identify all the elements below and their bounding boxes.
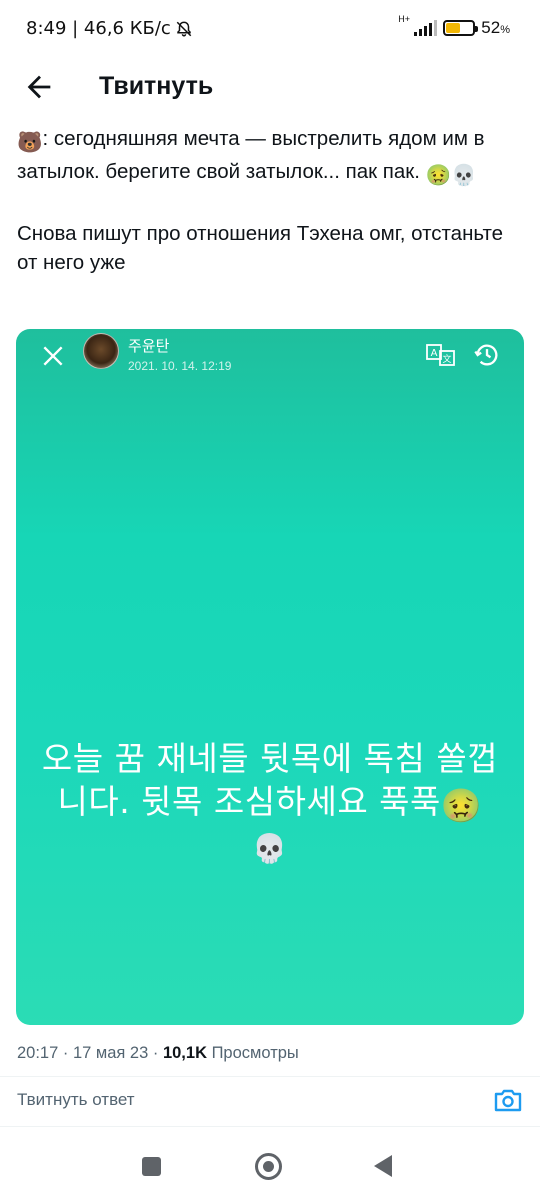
nauseated-emoji: 🤢 xyxy=(440,786,483,825)
battery-fill xyxy=(446,23,460,33)
story-username: 주윤탄 xyxy=(128,337,170,355)
status-left: 8:49 | 46,6 КБ/с xyxy=(26,18,193,39)
story-caption-line-2: 니다. 뒷목 조심하세요 푹푹🤢 xyxy=(57,782,483,825)
arrow-left-icon[interactable] xyxy=(22,70,56,104)
network-type: H+ xyxy=(398,14,411,24)
views-count: 10,1K xyxy=(162,1044,207,1062)
reply-input[interactable]: Твитнуть ответ xyxy=(17,1090,135,1110)
bear-emoji: 🐻 xyxy=(17,131,43,154)
divider xyxy=(0,1076,540,1077)
battery-percent: 52% xyxy=(481,18,510,37)
home-button[interactable] xyxy=(255,1153,282,1180)
views-label: Просмотры xyxy=(206,1044,299,1062)
tweet-meta: 20:17 · 17 мая 23 · 10,1K Просмотры xyxy=(17,1044,299,1063)
system-navbar xyxy=(0,1136,540,1200)
status-right: H+ 52% xyxy=(398,14,510,38)
avatar xyxy=(83,333,119,369)
history-icon xyxy=(474,344,498,366)
svg-text:文: 文 xyxy=(442,353,451,365)
story-caption-line-1: 오늘 꿈 재네들 뒷목에 독침 쏠껍 xyxy=(41,739,499,778)
story-date: 2021. 10. 14. 12:19 xyxy=(128,359,232,373)
svg-text:A: A xyxy=(431,348,438,359)
tweet-text: 🐻: сегодняшняя мечта — выстрелить ядом и… xyxy=(17,124,517,277)
tweet-paragraph-1: 🐻: сегодняшняя мечта — выстрелить ядом и… xyxy=(17,124,517,190)
tweet-emojis: 🤢💀 xyxy=(425,164,477,187)
skull-emoji: 💀 xyxy=(252,832,288,865)
tweet-paragraph-2: Снова пишут про отношения Тэхена омг, от… xyxy=(17,222,504,274)
signal-icon: H+ xyxy=(398,14,438,36)
tweet-timestamp: 20:17 · 17 мая 23 · xyxy=(17,1044,163,1062)
battery-icon xyxy=(443,20,479,36)
back-button[interactable] xyxy=(374,1155,392,1177)
camera-icon[interactable] xyxy=(493,1086,523,1114)
status-bar: 8:49 | 46,6 КБ/с H+ 52% xyxy=(0,0,540,58)
bell-off-icon xyxy=(176,20,192,36)
status-time-speed: 8:49 | 46,6 КБ/с xyxy=(26,18,171,39)
close-icon xyxy=(43,346,63,366)
recents-button[interactable] xyxy=(142,1157,161,1176)
tweet-media-story[interactable]: 주윤탄 2021. 10. 14. 12:19 A 文 오늘 꿈 재네들 뒷목에… xyxy=(16,329,524,1025)
page-title: Твитнуть xyxy=(99,72,214,100)
header: Твитнуть xyxy=(0,58,540,118)
divider xyxy=(0,1126,540,1127)
story-caption: 오늘 꿈 재네들 뒷목에 독침 쏠껍 니다. 뒷목 조심하세요 푹푹🤢 💀 xyxy=(16,737,524,870)
translate-icon: A 文 xyxy=(426,344,455,366)
